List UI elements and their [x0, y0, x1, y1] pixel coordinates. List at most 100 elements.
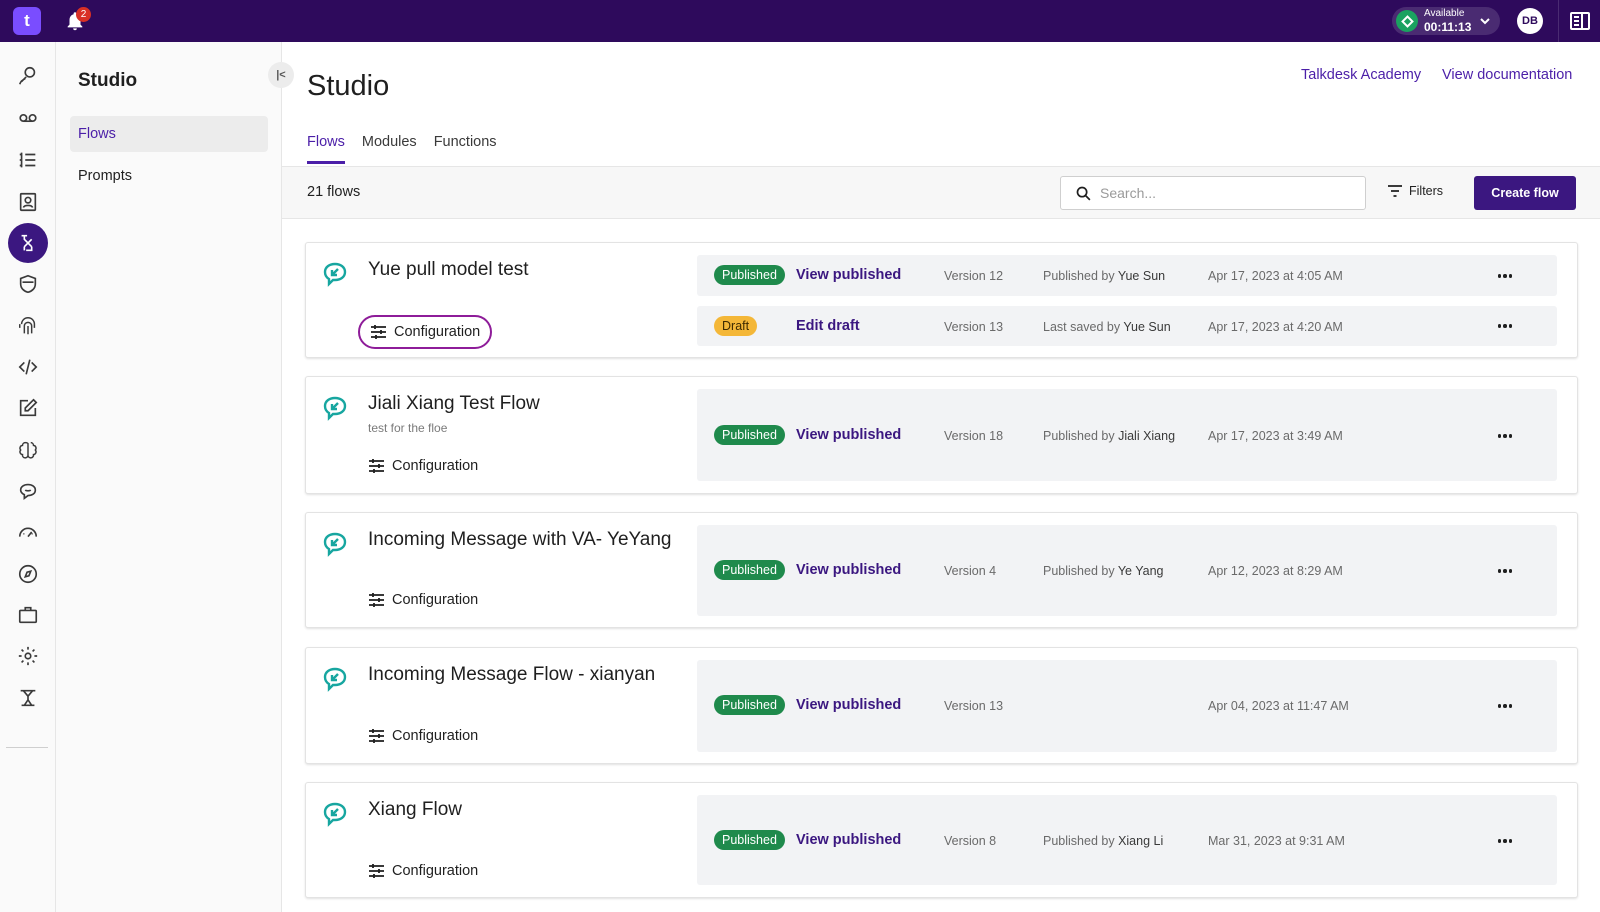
version-number: Version 13	[944, 320, 1004, 334]
flow-chat-icon	[323, 262, 347, 287]
by-label: Published by	[1043, 834, 1115, 848]
sidebar-item-prompts[interactable]: Prompts	[70, 158, 268, 194]
status-badge: Published	[714, 695, 785, 715]
app-logo[interactable]: t	[13, 7, 41, 35]
side-panel-toggle-icon[interactable]	[1570, 12, 1590, 30]
flow-name[interactable]: Yue pull model test	[368, 259, 529, 281]
status-badge: Published	[714, 425, 785, 445]
briefcase-icon[interactable]	[8, 595, 48, 635]
tab-functions[interactable]: Functions	[434, 132, 497, 164]
page-title: Studio	[307, 70, 390, 102]
status-badge: Published	[714, 830, 785, 850]
view-documentation-link[interactable]: View documentation	[1442, 67, 1572, 83]
more-options-icon[interactable]	[1495, 426, 1515, 446]
more-options-icon[interactable]	[1495, 696, 1515, 716]
code-icon[interactable]	[8, 347, 48, 387]
sidebar-title: Studio	[78, 70, 138, 91]
status-label: Available	[1424, 8, 1465, 19]
more-options-icon[interactable]	[1495, 831, 1515, 851]
version-row-published: Published View published Version 18 Publ…	[697, 389, 1557, 481]
studio-flows-icon[interactable]	[8, 223, 48, 263]
by-name: Yue Sun	[1123, 320, 1171, 334]
published-by: Published by Yue Sun	[1043, 269, 1165, 283]
version-number: Version 12	[944, 269, 1004, 283]
filters-button[interactable]: Filters	[1387, 184, 1443, 198]
filter-icon	[1388, 185, 1402, 197]
hierarchy-icon[interactable]	[8, 678, 48, 718]
gear-icon[interactable]	[8, 636, 48, 676]
voicemail-icon[interactable]	[8, 98, 48, 138]
version-number: Version 4	[944, 564, 997, 578]
configuration-button[interactable]: Configuration	[358, 854, 488, 888]
last-saved-by: Last saved by Yue Sun	[1043, 320, 1171, 334]
flow-count: 21 flows	[307, 184, 361, 200]
by-name: Xiang Li	[1118, 834, 1164, 848]
configuration-button[interactable]: Configuration	[358, 583, 488, 617]
by-label: Published by	[1043, 429, 1115, 443]
flow-card: Xiang Flow Configuration Published View …	[305, 782, 1578, 898]
configuration-label: Configuration	[392, 728, 479, 744]
by-name: Ye Yang	[1117, 564, 1164, 578]
search-input[interactable]	[1100, 185, 1350, 201]
configuration-button[interactable]: Configuration	[358, 449, 488, 483]
list-icon[interactable]	[8, 140, 48, 180]
flow-name[interactable]: Jiali Xiang Test Flow	[368, 393, 540, 415]
view-published-link[interactable]: View published	[796, 832, 901, 848]
version-date: Apr 17, 2023 at 3:49 AM	[1208, 429, 1343, 443]
brain-icon[interactable]	[8, 430, 48, 470]
configuration-label: Configuration	[394, 324, 481, 340]
version-date: Apr 12, 2023 at 8:29 AM	[1208, 564, 1343, 578]
more-options-icon[interactable]	[1495, 316, 1515, 336]
app-nav-rail	[0, 42, 56, 912]
contacts-icon[interactable]	[8, 182, 48, 222]
configuration-button[interactable]: Configuration	[358, 315, 493, 349]
by-name: Yue Sun	[1117, 269, 1166, 283]
talkdesk-academy-link[interactable]: Talkdesk Academy	[1301, 67, 1421, 83]
view-published-link[interactable]: View published	[796, 697, 901, 713]
version-row-published: Published View published Version 8 Publi…	[697, 795, 1557, 885]
configuration-label: Configuration	[392, 458, 479, 474]
configuration-button[interactable]: Configuration	[358, 719, 488, 753]
chat-icon[interactable]	[8, 471, 48, 511]
edit-draft-link[interactable]: Edit draft	[796, 318, 860, 334]
view-published-link[interactable]: View published	[796, 562, 901, 578]
sliders-icon	[369, 459, 384, 473]
agent-status-selector[interactable]: Available 00:11:13	[1392, 7, 1500, 35]
speedometer-icon[interactable]	[8, 512, 48, 552]
flow-chat-icon	[323, 802, 347, 827]
flow-name[interactable]: Incoming Message Flow - xianyan	[368, 664, 655, 686]
sidebar-item-flows[interactable]: Flows	[70, 116, 268, 152]
flow-card: Jiali Xiang Test Flow test for the floe …	[305, 376, 1578, 494]
version-row-published: Published View published Version 13 Apr …	[697, 660, 1557, 752]
edit-icon[interactable]	[8, 388, 48, 428]
version-row-published: Published View published Version 12 Publ…	[697, 255, 1557, 296]
tab-modules[interactable]: Modules	[362, 132, 417, 164]
create-flow-button[interactable]: Create flow	[1474, 176, 1576, 210]
by-label: Last saved by	[1043, 320, 1121, 334]
status-timer: 00:11:13	[1424, 20, 1472, 34]
view-published-link[interactable]: View published	[796, 267, 901, 283]
conversations-icon[interactable]	[8, 56, 48, 96]
published-by: Published by Xiang Li	[1043, 834, 1163, 848]
compass-icon[interactable]	[8, 554, 48, 594]
view-published-link[interactable]: View published	[796, 427, 901, 443]
configuration-label: Configuration	[392, 592, 479, 608]
more-options-icon[interactable]	[1495, 266, 1515, 286]
flow-chat-icon	[323, 667, 347, 692]
more-options-icon[interactable]	[1495, 561, 1515, 581]
flow-card: Incoming Message Flow - xianyan Configur…	[305, 647, 1578, 764]
status-badge: Published	[714, 265, 785, 285]
tab-flows[interactable]: Flows	[307, 132, 345, 164]
status-badge: Published	[714, 560, 785, 580]
rail-divider	[6, 747, 48, 748]
version-row-draft: Draft Edit draft Version 13 Last saved b…	[697, 306, 1557, 346]
studio-sidebar: Studio |< Flows Prompts	[56, 42, 294, 912]
shield-icon[interactable]	[8, 264, 48, 304]
flow-name[interactable]: Xiang Flow	[368, 799, 462, 821]
avatar[interactable]: DB	[1517, 8, 1543, 34]
search-box[interactable]	[1060, 176, 1366, 210]
flow-name[interactable]: Incoming Message with VA- YeYang	[368, 529, 671, 551]
fingerprint-icon[interactable]	[8, 306, 48, 346]
chevron-down-icon	[1480, 18, 1491, 25]
published-by: Published by Jiali Xiang	[1043, 429, 1175, 443]
